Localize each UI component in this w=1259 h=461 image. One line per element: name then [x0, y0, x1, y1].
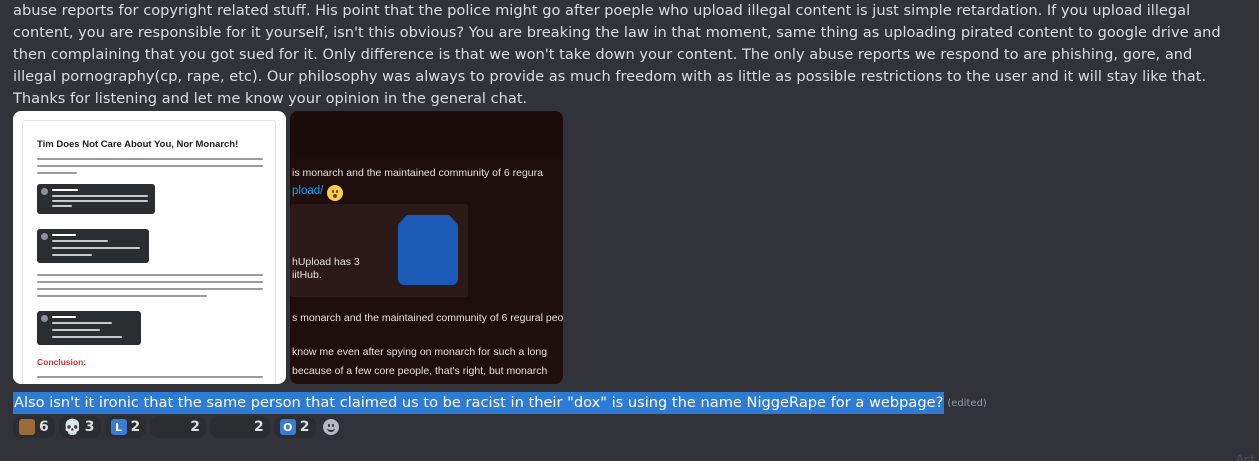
add-reaction-icon — [322, 419, 339, 435]
skull-emoji-icon: 💀 — [63, 418, 83, 436]
astonished-emoji-icon — [327, 185, 343, 201]
embed-text-line: hUpload has 3 — [292, 256, 360, 268]
embed-text-line: iitHub. — [292, 269, 322, 281]
article-text-line — [37, 165, 263, 167]
article-text-line — [37, 274, 263, 276]
screenshot-link: pload/ — [292, 185, 324, 197]
corner-hint: Act — [1235, 453, 1255, 461]
custom-emoji-icon — [170, 419, 186, 435]
chat-quote-card — [37, 184, 155, 214]
screenshot-header — [290, 111, 563, 159]
embed-thumbnail — [398, 215, 458, 285]
screenshot-text-line: is monarch and the maintained community … — [292, 167, 543, 179]
avatar — [41, 233, 48, 240]
article-text-line — [37, 288, 263, 290]
article-text-line — [37, 376, 263, 378]
screenshot-text-line: because of a few core people, that's rig… — [292, 365, 548, 377]
article-text-line — [37, 172, 77, 174]
reactions-bar: 6 💀 3 L 2 2 2 O 2 — [13, 416, 342, 438]
chat-quote-card — [37, 229, 149, 263]
reaction-count: 2 — [130, 419, 141, 435]
article-title: Tim Does Not Care About You, Nor Monarch… — [37, 139, 239, 150]
edited-label: (edited) — [947, 397, 987, 409]
article-text-line — [37, 295, 207, 297]
reaction-button[interactable]: 💀 3 — [58, 416, 101, 438]
custom-emoji-icon — [234, 419, 250, 435]
article-page: Tim Does Not Care About You, Nor Monarch… — [22, 120, 276, 384]
attachments: Tim Does Not Care About You, Nor Monarch… — [13, 111, 563, 384]
screenshot-text-line: know me even after spying on monarch for… — [292, 346, 548, 358]
reaction-count: 2 — [190, 419, 200, 435]
screenshot-text-line: s monarch and the maintained community o… — [292, 312, 563, 324]
article-conclusion-heading: Conclusion: — [37, 357, 87, 367]
chat-quote-card — [37, 311, 141, 345]
reaction-button[interactable]: 6 — [13, 416, 55, 438]
add-reaction-button[interactable] — [320, 416, 342, 438]
article-screenshot-attachment[interactable]: Tim Does Not Care About You, Nor Monarch… — [13, 111, 286, 384]
selected-text: Also isn't it ironic that the same perso… — [13, 392, 945, 414]
reaction-count: 6 — [39, 419, 49, 435]
reaction-button[interactable]: L 2 — [104, 416, 147, 438]
reaction-button[interactable]: O 2 — [273, 416, 316, 438]
letter-l-emoji-icon: L — [110, 419, 127, 435]
avatar — [41, 315, 48, 322]
letter-o-emoji-icon: O — [279, 419, 296, 435]
chat-screenshot-attachment[interactable]: is monarch and the maintained community … — [290, 111, 563, 384]
article-text-line — [37, 158, 263, 160]
link-embed-card — [290, 204, 468, 297]
message-body: abuse reports for copyright related stuf… — [13, 2, 1221, 107]
box-emoji-icon — [19, 419, 35, 435]
article-text-line — [37, 281, 263, 283]
reaction-count: 2 — [299, 419, 310, 435]
reaction-button[interactable]: 2 — [150, 416, 206, 438]
reaction-count: 2 — [254, 419, 264, 435]
reaction-count: 3 — [84, 419, 95, 435]
avatar — [41, 188, 48, 195]
reaction-button[interactable]: 2 — [210, 416, 270, 438]
selected-message-line: Also isn't it ironic that the same perso… — [13, 392, 987, 414]
